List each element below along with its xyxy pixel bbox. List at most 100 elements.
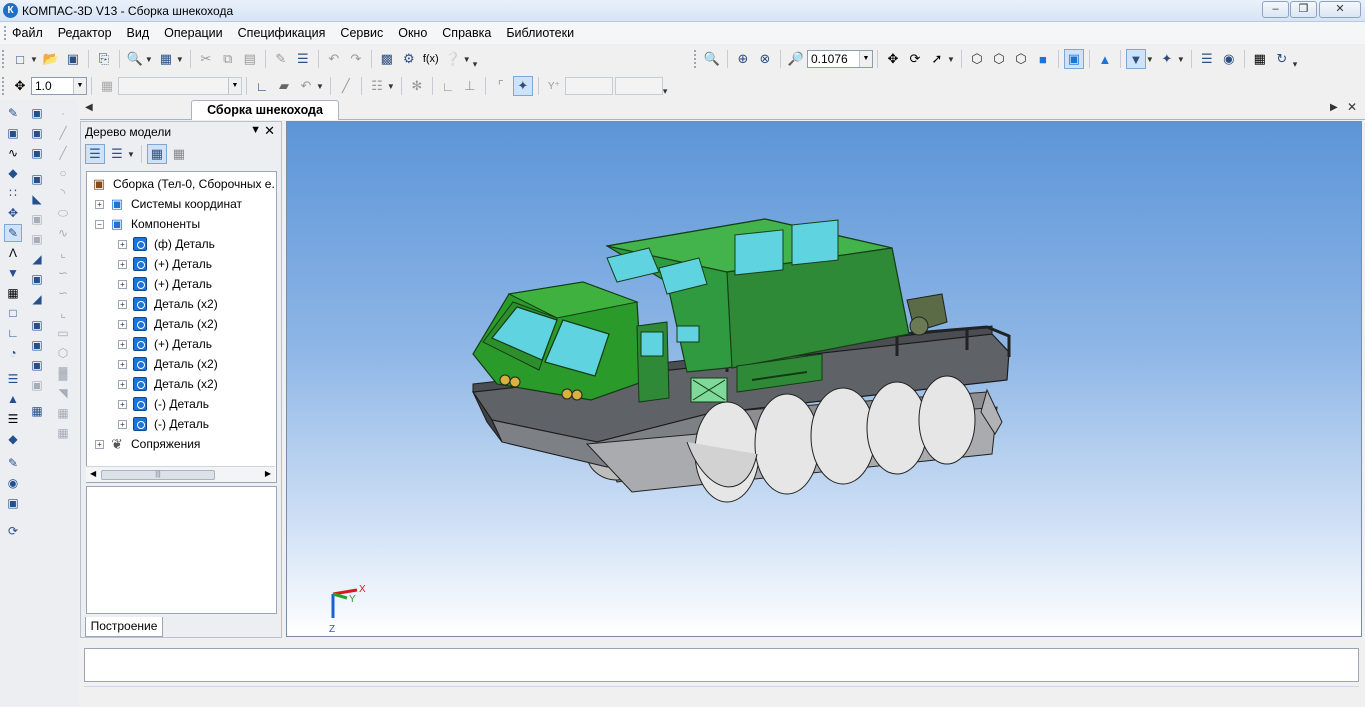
expand-toggle-icon[interactable]: + — [118, 259, 127, 269]
expand-toggle-icon[interactable]: + — [118, 359, 127, 369]
pen-icon[interactable]: ✎ — [4, 454, 22, 472]
pin-icon[interactable]: ▼ — [250, 124, 261, 136]
gear-icon[interactable]: ⚙ — [399, 49, 419, 69]
component-place-icon[interactable]: ▣ — [28, 144, 46, 162]
menu-item-4[interactable]: Спецификация — [238, 26, 326, 40]
line-icon[interactable]: ╱ — [54, 124, 72, 142]
paste-icon[interactable]: ▤ — [240, 49, 260, 69]
stack-icon[interactable]: ☰ — [4, 410, 22, 428]
edit-component-icon[interactable]: ✎ — [4, 104, 22, 122]
segment-icon[interactable]: ╱ — [54, 144, 72, 162]
zoom-scale-icon[interactable]: 🔎 — [786, 49, 806, 69]
circle-icon[interactable]: ○ — [54, 164, 72, 182]
scroll-left-icon[interactable]: ◀ — [90, 469, 96, 478]
copy-icon[interactable]: ⧉ — [218, 49, 238, 69]
axis-icon[interactable]: ⊥ — [460, 76, 480, 96]
menu-item-7[interactable]: Справка — [442, 26, 491, 40]
polygon-icon[interactable]: ⬡ — [54, 344, 72, 362]
perspective-icon[interactable]: ▲ — [1095, 49, 1115, 69]
undo-icon[interactable]: ↶ — [324, 49, 344, 69]
toolbar-grip[interactable] — [2, 77, 6, 95]
array-icon[interactable]: ∷ — [4, 184, 22, 202]
menu-item-5[interactable]: Сервис — [340, 26, 383, 40]
help-cursor-icon[interactable]: ❔ — [443, 49, 463, 69]
save-icon[interactable]: ▣ — [63, 49, 83, 69]
tree-sort-icon[interactable]: ▦ — [169, 144, 189, 164]
dimension-icon[interactable]: Λ — [4, 244, 22, 262]
surface-icon[interactable]: ▲ — [4, 390, 22, 408]
expand-toggle-icon[interactable]: + — [95, 199, 104, 209]
step-combo[interactable]: 1.0 ▼ — [31, 77, 87, 95]
expand-toggle-icon[interactable]: + — [118, 239, 127, 249]
hidden-lines-icon[interactable]: ⬡ — [989, 49, 1009, 69]
document-tab-active[interactable]: Сборка шнекохода — [191, 100, 339, 120]
refresh-icon[interactable]: ↻ — [1272, 49, 1292, 69]
tab-build[interactable]: Построение — [85, 617, 163, 637]
toolbar-grip[interactable] — [2, 50, 6, 68]
toolbar-grip[interactable] — [694, 50, 698, 68]
ortho-icon[interactable]: ∟ — [438, 76, 458, 96]
hatch-icon[interactable]: ▓ — [54, 364, 72, 382]
menu-item-1[interactable]: Редактор — [58, 26, 112, 40]
expand-toggle-icon[interactable]: − — [95, 219, 104, 229]
tree-part-node[interactable]: + (-) Деталь — [118, 414, 209, 434]
format-painter-icon[interactable]: ✎ — [271, 49, 291, 69]
menu-item-6[interactable]: Окно — [398, 26, 427, 40]
polyline-icon[interactable]: ⌞ — [54, 244, 72, 262]
move-icon[interactable]: ✥ — [4, 204, 22, 222]
scroll-thumb[interactable]: ||| — [101, 470, 215, 480]
bezier-icon[interactable]: ∽ — [54, 264, 72, 282]
redo-icon[interactable]: ↷ — [346, 49, 366, 69]
spec-icon[interactable]: ▦ — [4, 284, 22, 302]
shape-icon[interactable]: ◣ — [28, 190, 46, 208]
expand-toggle-icon[interactable]: + — [118, 419, 127, 429]
zoom-scale-combo[interactable]: 0.1076 ▼ — [807, 50, 873, 68]
close-tree-icon[interactable]: ✕ — [264, 123, 275, 139]
menu-grip[interactable] — [4, 26, 7, 40]
menu-item-2[interactable]: Вид — [127, 26, 150, 40]
open-folder-icon[interactable]: 📂 — [41, 49, 61, 69]
add-component-icon[interactable]: ▣ — [4, 124, 22, 142]
tree-part-node[interactable]: + (+) Деталь — [118, 254, 212, 274]
step-cursor-icon[interactable]: ✥ — [10, 76, 30, 96]
solid-icon[interactable]: ◢ — [28, 250, 46, 268]
chamfer-icon[interactable]: ◢ — [28, 290, 46, 308]
layers-icon[interactable]: ☰ — [4, 370, 22, 388]
menu-item-3[interactable]: Операции — [164, 26, 222, 40]
tree-group-node[interactable]: + ❦ Сопряжения — [95, 434, 200, 454]
zoom-in-icon[interactable]: ⊕ — [733, 49, 753, 69]
layer-icon[interactable]: ▦ — [97, 76, 117, 96]
select-icon[interactable]: □ — [4, 304, 22, 322]
menu-item-0[interactable]: Файл — [12, 26, 43, 40]
tree-horizontal-scrollbar[interactable]: ◀ ||| ▶ — [86, 466, 275, 482]
library-manager-icon[interactable]: ▩ — [377, 49, 397, 69]
toolbar-overflow-icon[interactable]: ▾ — [663, 75, 671, 97]
3d-viewport[interactable]: X Y Z — [286, 121, 1362, 637]
tree-group-node[interactable]: + ▣ Системы координат — [95, 194, 242, 214]
diagnostic-icon[interactable]: ◔ — [4, 344, 22, 362]
part-mirror-icon[interactable]: ▣ — [28, 356, 46, 374]
create-component-icon[interactable]: ▣ — [28, 124, 46, 142]
tree-part-node[interactable]: + (+) Деталь — [118, 274, 212, 294]
print-preview-icon[interactable]: 🔍 — [125, 49, 145, 69]
sketch-curve-icon[interactable]: ∿ — [4, 144, 22, 162]
toolbar-overflow-icon[interactable]: ▾ — [1293, 48, 1301, 70]
tree-view-mode-icon[interactable]: ☰ — [107, 144, 127, 164]
select-filter-icon[interactable]: ✦ — [1157, 49, 1177, 69]
new-document-icon[interactable]: □ — [10, 49, 30, 69]
toolbar-overflow-icon[interactable]: ▾ — [473, 48, 481, 70]
zoom-window-icon[interactable]: 🔍 — [702, 49, 722, 69]
tree-part-node[interactable]: + Деталь (x2) — [118, 374, 218, 394]
text-icon[interactable]: ▦ — [54, 404, 72, 422]
mate-icon[interactable]: ✎ — [4, 224, 22, 242]
tree-filter-icon[interactable]: ▦ — [146, 144, 167, 164]
grid-icon[interactable]: ☷ — [367, 76, 387, 96]
part-disabled-icon[interactable]: ▣ — [28, 376, 46, 394]
layer-combo[interactable]: ▼ — [118, 77, 242, 95]
part-copy-icon[interactable]: ▣ — [28, 336, 46, 354]
measure-tool-icon[interactable]: ∟ — [4, 324, 22, 342]
ellipse-icon[interactable]: ⬭ — [54, 204, 72, 222]
properties-icon[interactable]: ☰ — [293, 49, 313, 69]
table-icon[interactable]: ▦ — [54, 424, 72, 442]
part-insert-icon[interactable]: ▣ — [28, 316, 46, 334]
